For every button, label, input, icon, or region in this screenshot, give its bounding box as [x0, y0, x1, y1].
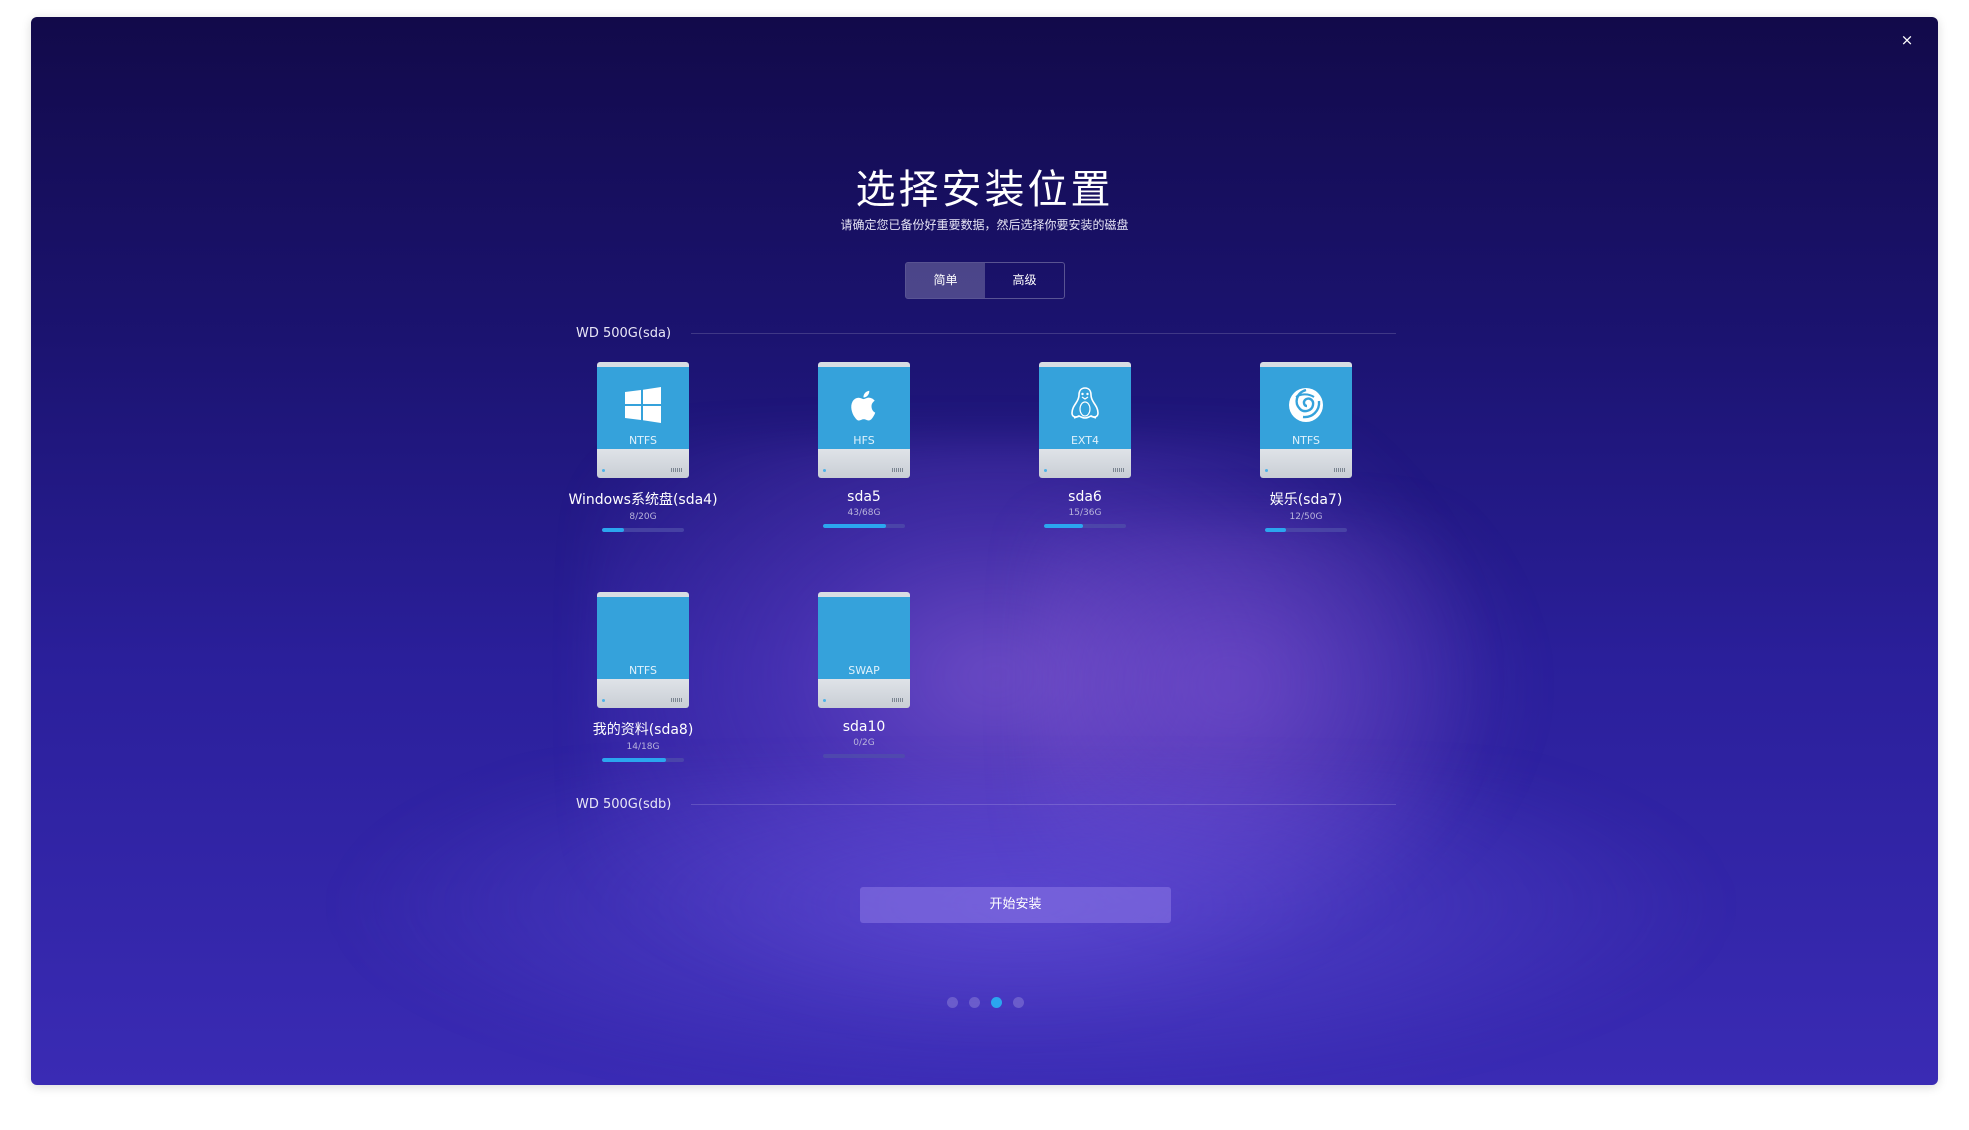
usage-bar: [823, 524, 905, 528]
usage-bar: [602, 528, 684, 532]
pagination: [947, 997, 1024, 1008]
page-dot-4[interactable]: [1013, 997, 1024, 1008]
usage-bar: [602, 758, 684, 762]
partition-usage: 43/68G: [847, 508, 881, 518]
disk-name: WD 500G(sdb): [576, 797, 672, 812]
partition-card-sda7[interactable]: NTFS 娱乐(sda7) 12/50G: [1216, 362, 1396, 532]
page-dot-1[interactable]: [947, 997, 958, 1008]
partition-name: sda5: [847, 489, 881, 505]
partition-usage: 12/50G: [1289, 512, 1323, 522]
close-icon[interactable]: ×: [1896, 29, 1918, 51]
partition-card-sda6[interactable]: EXT4 sda6 15/36G: [995, 362, 1175, 528]
usage-bar: [823, 754, 905, 758]
apple-icon: [851, 390, 876, 421]
drive-icon: NTFS: [597, 592, 689, 708]
disk-header-sda: WD 500G(sda): [576, 326, 1397, 341]
partition-usage: 14/18G: [626, 742, 660, 752]
page-dot-3[interactable]: [991, 997, 1002, 1008]
partition-usage: 15/36G: [1068, 508, 1102, 518]
partition-card-sda4[interactable]: NTFS Windows系统盘(sda4) 8/20G: [553, 362, 733, 532]
filesystem-label: NTFS: [628, 664, 658, 677]
usage-bar: [1265, 528, 1347, 532]
filesystem-label: EXT4: [1070, 434, 1099, 447]
background-glow: [331, 777, 1731, 1085]
filesystem-label: NTFS: [628, 434, 658, 447]
page-dot-2[interactable]: [969, 997, 980, 1008]
start-install-button[interactable]: 开始安装: [860, 887, 1171, 923]
partition-name: 娱乐(sda7): [1269, 492, 1343, 508]
filesystem-label: HFS: [853, 434, 875, 447]
disk-header-sdb: WD 500G(sdb): [576, 797, 1397, 812]
deepin-icon: [1289, 388, 1323, 422]
mode-advanced-button[interactable]: 高级: [985, 263, 1064, 298]
partition-name: sda10: [842, 719, 886, 735]
partition-card-sda5[interactable]: HFS sda5 43/68G: [774, 362, 954, 528]
usage-bar: [1044, 524, 1126, 528]
page-subtitle: 请确定您已备份好重要数据，然后选择你要安装的磁盘: [840, 218, 1129, 232]
drive-icon: HFS: [818, 362, 910, 478]
filesystem-label: NTFS: [1291, 434, 1321, 447]
disk-name: WD 500G(sda): [576, 326, 672, 341]
partition-name: Windows系统盘(sda4): [568, 492, 718, 508]
partition-usage: 8/20G: [629, 512, 657, 522]
divider: [691, 333, 1397, 334]
mode-simple-button[interactable]: 简单: [906, 263, 985, 298]
drive-icon: EXT4: [1039, 362, 1131, 478]
drive-icon: NTFS: [597, 362, 689, 478]
partition-name: 我的资料(sda8): [592, 722, 694, 738]
divider: [691, 804, 1397, 805]
background-glow: [1031, 517, 1531, 937]
partition-name: sda6: [1068, 489, 1102, 505]
linux-tux-icon: [1071, 387, 1099, 419]
partition-card-sda8[interactable]: NTFS 我的资料(sda8) 14/18G: [553, 592, 733, 762]
windows-icon: [625, 387, 661, 423]
partition-usage: 0/2G: [853, 738, 875, 748]
filesystem-label: SWAP: [848, 664, 880, 677]
partition-card-sda10[interactable]: SWAP sda10 0/2G: [774, 592, 954, 758]
drive-icon: SWAP: [818, 592, 910, 708]
drive-icon: NTFS: [1260, 362, 1352, 478]
installer-window: × 选择安装位置 请确定您已备份好重要数据，然后选择你要安装的磁盘 简单 高级 …: [31, 17, 1938, 1085]
mode-toggle: 简单 高级: [905, 262, 1065, 299]
page-title: 选择安装位置: [855, 167, 1114, 213]
